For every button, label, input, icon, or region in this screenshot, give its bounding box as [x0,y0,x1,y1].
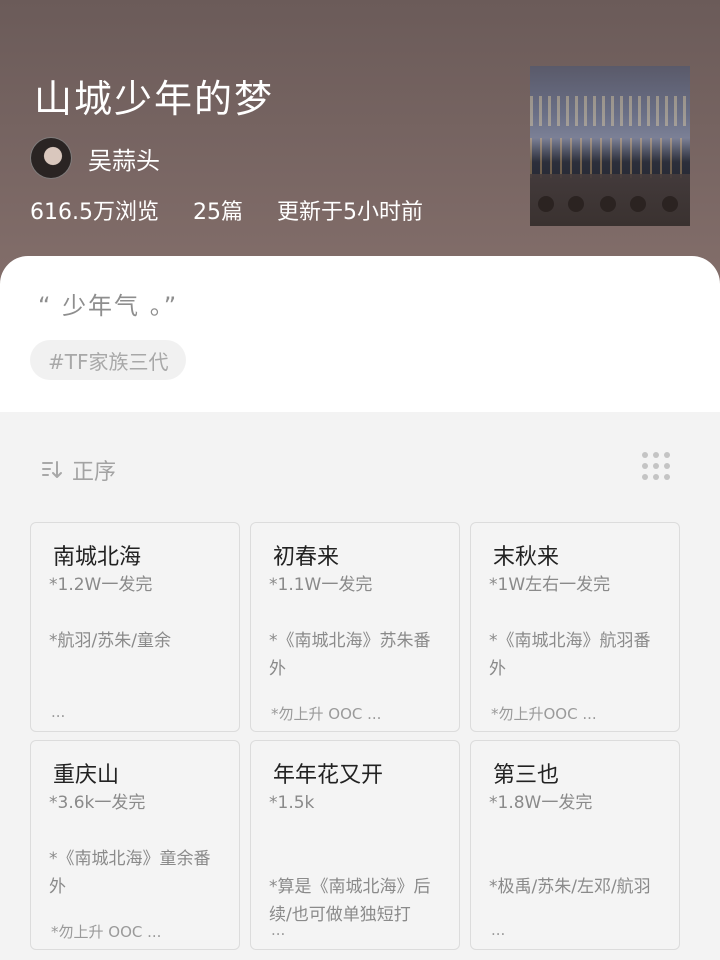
cover-skyline [530,96,690,126]
intro-quote: “ 少年气 。” [38,292,179,320]
author-name[interactable]: 吴蒜头 [88,141,160,176]
chapter-card[interactable]: 南城北海 *1.2W一发完 *航羽/苏朱/童余 ... [30,522,240,732]
book-title: 山城少年的梦 [34,77,275,121]
chapter-summary: *3.6k一发完 *《南城北海》童余番外 [49,793,211,897]
grid-view-icon[interactable] [640,450,672,482]
cover-water [530,138,690,178]
chapter-more: *勿上升 OOC ... [51,923,162,941]
chapter-card[interactable]: 末秋来 *1W左右一发完 *《南城北海》航羽番外 *勿上升OOC ... [470,522,680,732]
cover-people [530,174,690,226]
chapter-title: 重庆山 [53,763,120,788]
chapter-more: ... [51,703,66,721]
sort-icon [42,461,62,478]
book-cover-image[interactable] [530,66,690,226]
chapter-card[interactable]: 重庆山 *3.6k一发完 *《南城北海》童余番外 *勿上升 OOC ... [30,740,240,950]
book-header: 山城少年的梦 吴蒜头 616.5万浏览 25篇 更新于5小时前 [0,0,720,300]
chapter-summary: *1.8W一发完 *极禹/苏朱/左邓/航羽 [489,793,651,897]
chapter-count: 25篇 [192,200,243,225]
author-avatar[interactable] [30,137,72,179]
view-count: 616.5万浏览 [30,200,159,225]
tag-chip[interactable]: #TF家族三代 [30,340,187,380]
sort-label: 正序 [72,460,117,485]
chapter-title: 第三也 [493,763,560,788]
chapter-title: 初春来 [273,545,340,570]
chapter-title: 末秋来 [493,545,560,570]
sort-order-button[interactable]: 正序 [40,454,116,486]
chapter-more: *勿上升OOC ... [491,705,597,723]
chapter-title: 南城北海 [53,545,142,570]
chapter-summary: *1.5k *算是《南城北海》后续/也可做单独短打 [269,793,431,925]
chapter-summary: *1.1W一发完 *《南城北海》苏朱番外 [269,575,431,679]
author-row[interactable]: 吴蒜头 [30,137,160,179]
chapter-card[interactable]: 初春来 *1.1W一发完 *《南城北海》苏朱番外 *勿上升 OOC ... [250,522,460,732]
update-time: 更新于5小时前 [276,200,423,225]
chapter-card[interactable]: 第三也 *1.8W一发完 *极禹/苏朱/左邓/航羽 ... [470,740,680,950]
book-stats: 616.5万浏览 25篇 更新于5小时前 [30,194,423,226]
chapter-more: ... [271,921,286,939]
chapter-card[interactable]: 年年花又开 *1.5k *算是《南城北海》后续/也可做单独短打 ... [250,740,460,950]
chapter-more: ... [491,921,506,939]
intro-card: “ 少年气 。” #TF家族三代 [0,256,720,413]
chapter-summary: *1.2W一发完 *航羽/苏朱/童余 [49,575,171,651]
sort-bar: 正序 [0,412,720,520]
chapter-summary: *1W左右一发完 *《南城北海》航羽番外 [489,575,651,679]
chapter-more: *勿上升 OOC ... [271,705,382,723]
chapter-title: 年年花又开 [273,763,384,788]
